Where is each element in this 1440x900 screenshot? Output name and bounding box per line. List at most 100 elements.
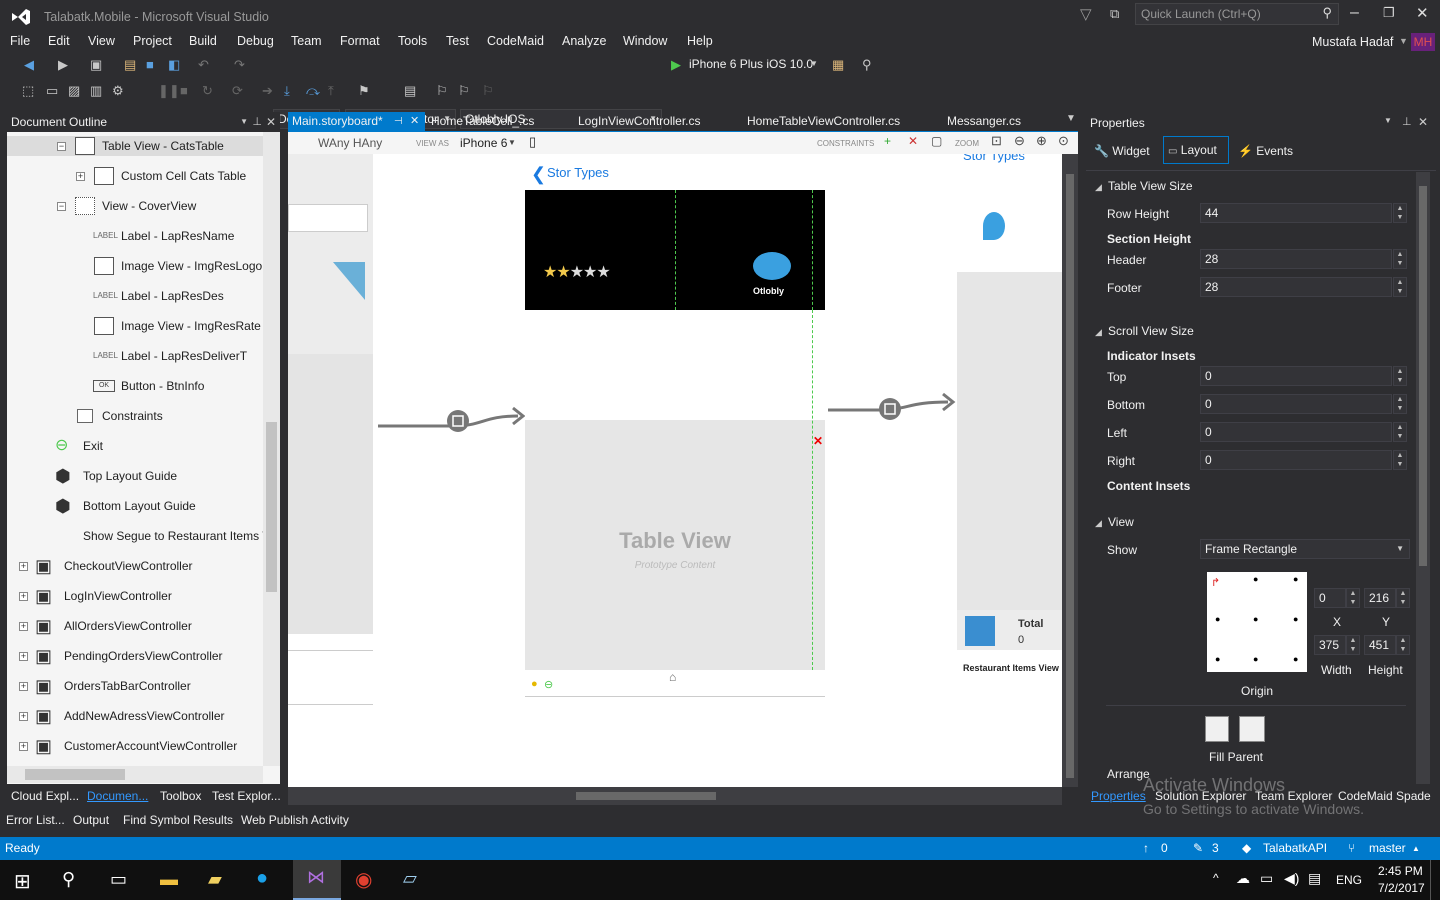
notepad-icon[interactable]: ▱ — [403, 868, 417, 889]
save-all-icon[interactable]: ◧ — [168, 56, 180, 74]
origin-point[interactable]: ● — [1293, 614, 1298, 624]
close-panel-icon[interactable]: ✕ — [1418, 115, 1428, 129]
origin-point[interactable]: ● — [1253, 654, 1258, 664]
undo-icon[interactable]: ↶ — [198, 56, 209, 74]
size-class-selector[interactable]: WAny HAny — [318, 136, 382, 150]
tab-output[interactable]: Output — [73, 813, 109, 827]
expand-icon[interactable]: + — [19, 712, 28, 721]
section-scroll-view-size[interactable]: Scroll View Size — [1108, 324, 1194, 338]
tab-hometablecell[interactable]: HomeTableCell_.cs — [427, 112, 567, 131]
tree-item-label-resname[interactable]: LABEL Label - LapResName — [7, 226, 269, 246]
tab-events[interactable]: ⚡ Events — [1238, 138, 1304, 164]
menu-file[interactable]: File — [10, 34, 30, 48]
avatar[interactable]: MH — [1411, 33, 1435, 51]
expand-icon[interactable]: + — [76, 172, 85, 181]
tree-item-constraints[interactable]: Constraints — [7, 406, 269, 426]
hot-reload-icon[interactable]: ⟳ — [232, 82, 243, 100]
inset-bottom-stepper[interactable]: ▲ ▼ — [1393, 394, 1407, 414]
pin-icon[interactable]: ⊥ — [1402, 115, 1412, 128]
menu-view[interactable]: View — [88, 34, 115, 48]
height-field[interactable]: 451 — [1364, 635, 1396, 655]
tree-item-custom-cell[interactable]: + Custom Cell Cats Table — [7, 166, 269, 186]
zoom-fit-icon[interactable]: ⊡ — [991, 133, 1002, 149]
vertical-scrollbar[interactable] — [263, 132, 280, 766]
comment-icon[interactable]: ▤ — [404, 82, 416, 100]
add-constraints-icon[interactable]: + — [884, 134, 891, 148]
tree-item-addnewadress-vc[interactable]: + ▣ AddNewAdressViewController — [7, 706, 269, 726]
panel-menu-icon[interactable]: ▼ — [240, 112, 248, 132]
constraint-error-icon[interactable]: ✕ — [813, 434, 823, 448]
skype-icon[interactable]: ● — [256, 867, 268, 890]
branch-name[interactable]: master — [1369, 837, 1406, 860]
push-count[interactable]: 0 — [1161, 837, 1168, 860]
tab-error-list[interactable]: Error List... — [6, 813, 65, 827]
pointer-icon[interactable]: ⬚ — [22, 82, 34, 100]
height-stepper[interactable]: ▲ ▼ — [1396, 635, 1410, 655]
zoom-out-icon[interactable]: ⊖ — [1014, 133, 1025, 149]
volume-icon[interactable]: ◀) — [1284, 870, 1299, 887]
left-scene[interactable] — [288, 154, 373, 634]
tab-properties[interactable]: Properties — [1091, 789, 1146, 803]
bookmark-prev-icon[interactable]: ⚐ — [482, 82, 494, 100]
pause-icon[interactable]: ❚❚ — [158, 82, 180, 100]
tree-item-show-segue[interactable]: Show Segue to Restaurant Items V — [7, 526, 269, 546]
collapse-section-icon[interactable]: ◢ — [1095, 518, 1102, 529]
y-stepper[interactable]: ▲ ▼ — [1396, 588, 1410, 608]
settings-icon[interactable]: ⚙ — [112, 82, 124, 100]
tab-document-outline[interactable]: Documen... — [87, 789, 148, 803]
chrome-icon[interactable]: ◉ — [355, 867, 372, 892]
expand-icon[interactable]: + — [19, 562, 28, 571]
redo-icon[interactable]: ↷ — [234, 56, 245, 74]
fill-width-button[interactable] — [1205, 716, 1229, 742]
menu-format[interactable]: Format — [340, 34, 380, 48]
y-field[interactable]: 216 — [1364, 588, 1396, 608]
tab-overflow-icon[interactable]: ▼ — [1066, 113, 1076, 124]
x-field[interactable]: 0 — [1314, 588, 1346, 608]
menu-analyze[interactable]: Analyze — [562, 34, 606, 48]
fill-height-button[interactable] — [1239, 716, 1265, 742]
expand-icon[interactable]: + — [19, 682, 28, 691]
exit-icon[interactable]: ⊖ — [544, 678, 553, 691]
push-icon[interactable]: ↑ — [1143, 837, 1149, 860]
remove-constraints-icon[interactable]: ✕ — [908, 134, 918, 148]
tab-find-symbol-results[interactable]: Find Symbol Results — [123, 813, 233, 827]
header-height-stepper[interactable]: ▲ ▼ — [1393, 249, 1407, 269]
expand-icon[interactable]: + — [19, 622, 28, 631]
tab-toolbox[interactable]: Toolbox — [160, 789, 201, 803]
origin-point[interactable]: ● — [1215, 614, 1220, 624]
minimize-button[interactable]: – — [1350, 4, 1359, 22]
find-icon[interactable]: ⚲ — [862, 56, 872, 74]
run-target-button[interactable]: iPhone 6 Plus iOS 10.0 — [689, 57, 813, 71]
inset-top-field[interactable]: 0 — [1200, 366, 1392, 386]
maximize-button[interactable]: ❐ — [1383, 5, 1395, 21]
first-responder-icon[interactable]: ● — [531, 678, 538, 690]
origin-point[interactable]: ● — [1215, 654, 1220, 664]
repo-name[interactable]: TalabatkAPI — [1263, 837, 1327, 860]
collapse-icon[interactable]: − — [57, 142, 66, 151]
collapse-section-icon[interactable]: ◢ — [1095, 182, 1102, 193]
origin-point[interactable]: ● — [1293, 654, 1298, 664]
tree-item-exit[interactable]: ⊖ Exit — [7, 436, 269, 456]
collapse-icon[interactable]: − — [57, 202, 66, 211]
scrollbar-thumb[interactable] — [25, 769, 125, 780]
forward-icon[interactable]: ▶ — [58, 56, 68, 74]
tree-item-label-resdelivert[interactable]: LABEL Label - LapResDeliverT — [7, 346, 269, 366]
inset-right-stepper[interactable]: ▲ ▼ — [1393, 450, 1407, 470]
save-icon[interactable]: ■ — [146, 56, 154, 74]
origin-grid[interactable]: ↱ ● ● ● ● ● ● ● ● — [1207, 572, 1307, 672]
back-chevron-icon[interactable]: ❮ — [531, 164, 546, 185]
language-indicator[interactable]: ENG — [1336, 873, 1362, 887]
close-panel-icon[interactable]: ✕ — [266, 112, 276, 132]
browse-icon[interactable]: ▦ — [832, 56, 844, 74]
storyboard-canvas[interactable]: ❮ Stor Types ★★★★★ Otlobly Table View Pr… — [288, 154, 1062, 787]
canvas-horizontal-scrollbar[interactable] — [288, 787, 1062, 805]
bookmark-next-icon[interactable]: ⚐ — [458, 82, 470, 100]
row-height-field[interactable]: 44 — [1200, 203, 1392, 223]
menu-codemaid[interactable]: CodeMaid — [487, 34, 544, 48]
branch-icon[interactable]: ⑂ — [1348, 837, 1355, 860]
tree-item-customeraccount-vc[interactable]: + ▣ CustomerAccountViewController — [7, 736, 269, 756]
tree-item-login-vc[interactable]: + ▣ LogInViewController — [7, 586, 269, 606]
menu-team[interactable]: Team — [291, 34, 322, 48]
menu-build[interactable]: Build — [189, 34, 217, 48]
pencil-icon[interactable]: ✎ — [1193, 837, 1203, 860]
